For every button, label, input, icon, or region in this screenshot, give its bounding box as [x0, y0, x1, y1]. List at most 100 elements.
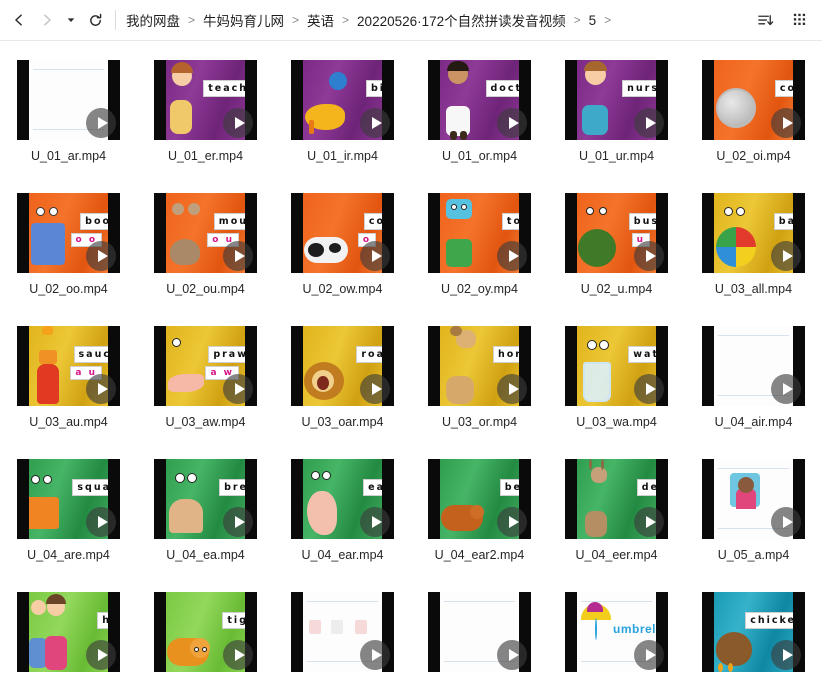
play-button-icon[interactable] — [634, 241, 664, 271]
play-button-icon[interactable] — [86, 108, 116, 138]
video-thumbnail[interactable]: doct — [428, 60, 531, 140]
video-thumbnail[interactable]: praw a w — [154, 326, 257, 406]
video-thumbnail[interactable] — [291, 592, 394, 672]
play-button-icon[interactable] — [497, 640, 527, 670]
file-item[interactable]: ea U_04_ear.mp4 — [274, 450, 411, 583]
back-button[interactable] — [6, 7, 32, 33]
file-item[interactable]: co U_02_oi.mp4 — [685, 51, 822, 184]
video-thumbnail[interactable]: umbrel — [565, 592, 668, 672]
play-button-icon[interactable] — [86, 640, 116, 670]
play-button-icon[interactable] — [771, 374, 801, 404]
file-item[interactable]: roa U_03_oar.mp4 — [274, 317, 411, 450]
refresh-button[interactable] — [82, 7, 108, 33]
file-item[interactable]: U_01_ar.mp4 — [0, 51, 137, 184]
file-item[interactable]: de U_04_eer.mp4 — [548, 450, 685, 583]
file-item[interactable]: busu U_02_u.mp4 — [548, 184, 685, 317]
file-item[interactable]: h — [0, 583, 137, 686]
play-button-icon[interactable] — [771, 241, 801, 271]
video-thumbnail[interactable]: ba — [702, 193, 805, 273]
file-item[interactable]: U_05_a.mp4 — [685, 450, 822, 583]
video-thumbnail[interactable]: sauc a u — [17, 326, 120, 406]
file-item[interactable]: bre U_04_ea.mp4 — [137, 450, 274, 583]
video-thumbnail[interactable]: chicke — [702, 592, 805, 672]
file-item[interactable]: praw a w U_03_aw.mp4 — [137, 317, 274, 450]
video-thumbnail[interactable]: bre — [154, 459, 257, 539]
file-grid-area[interactable]: U_01_ar.mp4 teach U_01_er.mp4 bi U_01_ir.mp4… — [0, 41, 822, 686]
play-button-icon[interactable] — [223, 507, 253, 537]
file-item[interactable]: be U_04_ear2.mp4 — [411, 450, 548, 583]
play-button-icon[interactable] — [497, 108, 527, 138]
play-button-icon[interactable] — [360, 374, 390, 404]
play-button-icon[interactable] — [223, 108, 253, 138]
play-button-icon[interactable] — [497, 241, 527, 271]
play-button-icon[interactable] — [360, 241, 390, 271]
play-button-icon[interactable] — [634, 640, 664, 670]
play-button-icon[interactable] — [634, 374, 664, 404]
play-button-icon[interactable] — [360, 640, 390, 670]
file-item[interactable]: tig — [137, 583, 274, 686]
video-thumbnail[interactable]: de — [565, 459, 668, 539]
video-thumbnail[interactable]: hor — [428, 326, 531, 406]
file-item[interactable]: coo U_02_ow.mp4 — [274, 184, 411, 317]
play-button-icon[interactable] — [771, 108, 801, 138]
play-button-icon[interactable] — [86, 241, 116, 271]
video-thumbnail[interactable] — [428, 592, 531, 672]
file-item[interactable]: ba U_03_all.mp4 — [685, 184, 822, 317]
file-item[interactable]: chicke — [685, 583, 822, 686]
breadcrumb-item-4[interactable]: 5 — [588, 11, 598, 30]
file-item[interactable]: umbrel — [548, 583, 685, 686]
file-item[interactable]: bi U_01_ir.mp4 — [274, 51, 411, 184]
play-button-icon[interactable] — [360, 108, 390, 138]
file-item[interactable]: nurs U_01_ur.mp4 — [548, 51, 685, 184]
breadcrumb-item-0[interactable]: 我的网盘 — [125, 8, 181, 32]
file-item[interactable]: sauc a u U_03_au.mp4 — [0, 317, 137, 450]
play-button-icon[interactable] — [223, 241, 253, 271]
forward-button[interactable] — [34, 7, 60, 33]
file-item[interactable]: wat U_03_wa.mp4 — [548, 317, 685, 450]
video-thumbnail[interactable]: be — [428, 459, 531, 539]
file-item[interactable]: teach U_01_er.mp4 — [137, 51, 274, 184]
breadcrumb-item-3[interactable]: 20220526·172个自然拼读发音视频 — [356, 8, 567, 32]
file-item[interactable]: to U_02_oy.mp4 — [411, 184, 548, 317]
video-thumbnail[interactable] — [702, 326, 805, 406]
video-thumbnail[interactable]: coo — [291, 193, 394, 273]
play-button-icon[interactable] — [771, 507, 801, 537]
file-item[interactable]: U_04_air.mp4 — [685, 317, 822, 450]
play-button-icon[interactable] — [497, 374, 527, 404]
video-thumbnail[interactable]: h — [17, 592, 120, 672]
video-thumbnail[interactable]: roa — [291, 326, 394, 406]
view-mode-button[interactable] — [788, 7, 814, 33]
file-item[interactable]: squa U_04_are.mp4 — [0, 450, 137, 583]
file-item[interactable] — [274, 583, 411, 686]
file-item[interactable]: mouo u U_02_ou.mp4 — [137, 184, 274, 317]
video-thumbnail[interactable]: tig — [154, 592, 257, 672]
video-thumbnail[interactable]: squa — [17, 459, 120, 539]
play-button-icon[interactable] — [223, 374, 253, 404]
video-thumbnail[interactable]: nurs — [565, 60, 668, 140]
play-button-icon[interactable] — [771, 640, 801, 670]
file-item[interactable]: doct U_01_or.mp4 — [411, 51, 548, 184]
history-dropdown-button[interactable] — [62, 7, 80, 33]
play-button-icon[interactable] — [497, 507, 527, 537]
video-thumbnail[interactable]: ea — [291, 459, 394, 539]
play-button-icon[interactable] — [360, 507, 390, 537]
video-thumbnail[interactable]: teach — [154, 60, 257, 140]
play-button-icon[interactable] — [223, 640, 253, 670]
video-thumbnail[interactable]: bi — [291, 60, 394, 140]
breadcrumb-item-2[interactable]: 英语 — [306, 8, 335, 32]
video-thumbnail[interactable]: busu — [565, 193, 668, 273]
video-thumbnail[interactable]: to — [428, 193, 531, 273]
breadcrumb-item-1[interactable]: 牛妈妈育儿网 — [202, 8, 285, 32]
video-thumbnail[interactable]: booo o — [17, 193, 120, 273]
play-button-icon[interactable] — [634, 108, 664, 138]
play-button-icon[interactable] — [86, 507, 116, 537]
video-thumbnail[interactable]: wat — [565, 326, 668, 406]
video-thumbnail[interactable] — [702, 459, 805, 539]
play-button-icon[interactable] — [86, 374, 116, 404]
sort-button[interactable] — [752, 7, 778, 33]
video-thumbnail[interactable]: mouo u — [154, 193, 257, 273]
video-thumbnail[interactable] — [17, 60, 120, 140]
file-item[interactable]: booo o U_02_oo.mp4 — [0, 184, 137, 317]
play-button-icon[interactable] — [634, 507, 664, 537]
file-item[interactable] — [411, 583, 548, 686]
